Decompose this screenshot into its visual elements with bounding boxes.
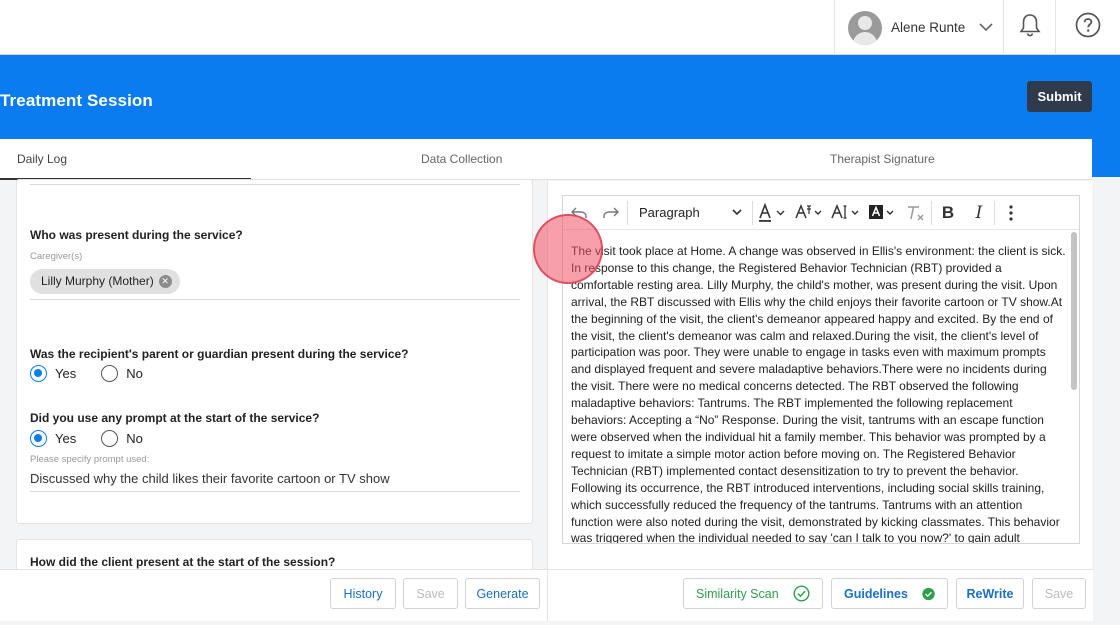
note-editor-panel: Paragraph B I visit took place at Home. … <box>547 181 1093 625</box>
chevron-down-icon[interactable] <box>979 19 993 37</box>
text-color-icon[interactable] <box>753 196 791 230</box>
right-action-bar: Similarity Scan Guidelines ReWrite Save <box>548 569 1093 621</box>
notifications-button[interactable] <box>1004 0 1056 55</box>
question-who-present: Who was present during the service? <box>30 228 243 242</box>
tab-data-collection[interactable]: Data Collection <box>421 139 502 180</box>
guidelines-label: Guidelines <box>844 586 908 601</box>
highlight-color-icon[interactable] <box>865 196 901 230</box>
save-button-right[interactable]: Save <box>1032 578 1086 609</box>
rich-text-editor: Paragraph B I visit took place at Home. … <box>562 195 1080 544</box>
divider <box>30 299 520 300</box>
remove-chip-icon[interactable]: ✕ <box>158 275 172 288</box>
parent-present-radio-group: Yes No <box>30 365 143 382</box>
caregiver-chip-label: Lilly Murphy (Mother) <box>41 274 154 288</box>
radio-yes-label: Yes <box>55 431 77 446</box>
page-title: Treatment Session <box>0 91 153 110</box>
submit-button[interactable]: Submit <box>1027 81 1092 112</box>
question-parent-present: Was the recipient's parent or guardian p… <box>30 347 409 361</box>
save-button-left[interactable]: Save <box>403 578 458 609</box>
scrollbar-thumb[interactable] <box>1071 232 1077 390</box>
font-size-icon[interactable] <box>827 196 865 230</box>
bold-icon[interactable]: B <box>932 196 964 230</box>
left-action-bar: History Save Generate <box>0 569 547 621</box>
form-card: Who was present during the service? Care… <box>16 179 533 524</box>
chevron-down-icon <box>732 209 742 216</box>
rewrite-button[interactable]: ReWrite <box>956 578 1024 609</box>
question-client-presentation: How did the client present at the start … <box>30 555 336 569</box>
user-menu[interactable]: Alene Runte <box>834 0 1004 55</box>
redo-icon[interactable] <box>595 196 627 230</box>
block-format-value: Paragraph <box>639 205 700 220</box>
similarity-scan-button[interactable]: Similarity Scan <box>683 578 823 609</box>
help-icon <box>1075 12 1101 43</box>
italic-icon[interactable]: I <box>964 196 994 230</box>
avatar <box>848 10 882 45</box>
prompt-specify-field[interactable]: Discussed why the child likes their favo… <box>30 471 390 486</box>
user-name: Alene Runte <box>891 20 966 35</box>
generate-button[interactable]: Generate <box>465 578 540 609</box>
editor-scrollbar[interactable] <box>1069 232 1077 542</box>
clear-formatting-icon[interactable] <box>901 196 931 230</box>
prompt-used-radio-group: Yes No <box>30 430 143 447</box>
tab-daily-log[interactable]: Daily Log <box>0 139 251 180</box>
check-circle-outline-icon <box>793 585 810 602</box>
tab-therapist-signature[interactable]: Therapist Signature <box>830 139 935 180</box>
bottom-strip <box>0 621 1120 625</box>
editor-toolbar: Paragraph B I <box>563 196 1079 230</box>
radio-no-parent[interactable] <box>101 365 119 382</box>
similarity-scan-label: Similarity Scan <box>696 586 779 601</box>
top-bar: Alene Runte <box>0 0 1120 55</box>
radio-no-prompt[interactable] <box>101 430 119 447</box>
guidelines-button[interactable]: Guidelines <box>831 578 948 609</box>
divider <box>30 184 520 185</box>
editor-content[interactable]: The visit took place at Home. A change w… <box>571 243 1066 543</box>
touch-indicator <box>533 214 603 284</box>
divider <box>30 491 520 492</box>
more-options-icon[interactable] <box>995 196 1027 230</box>
bell-icon <box>1018 13 1041 42</box>
caregiver-chip[interactable]: Lilly Murphy (Mother) ✕ <box>30 269 180 294</box>
block-format-select[interactable]: Paragraph <box>628 196 752 230</box>
radio-yes-label: Yes <box>55 366 77 381</box>
caregiver-label: Caregiver(s) <box>30 251 83 262</box>
question-prompt-used: Did you use any prompt at the start of t… <box>30 411 320 425</box>
daily-log-form-panel: Who was present during the service? Care… <box>0 179 547 625</box>
radio-yes-prompt[interactable] <box>30 430 47 447</box>
history-button[interactable]: History <box>330 578 396 609</box>
font-family-icon[interactable] <box>791 196 827 230</box>
radio-yes-parent[interactable] <box>30 365 47 382</box>
prompt-specify-label: Please specify prompt used: <box>30 454 150 465</box>
help-button[interactable] <box>1056 0 1120 55</box>
tab-bar: Daily Log Data Collection Therapist Sign… <box>0 139 1092 180</box>
check-circle-filled-icon <box>922 587 935 600</box>
radio-no-label: No <box>126 431 143 446</box>
radio-no-label: No <box>126 366 143 381</box>
